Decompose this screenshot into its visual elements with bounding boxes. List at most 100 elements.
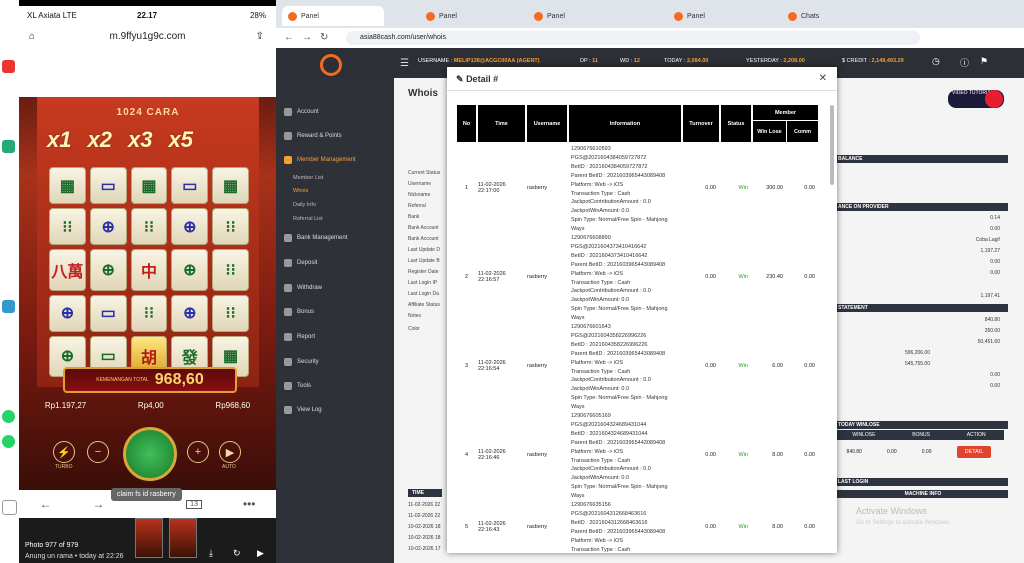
sidebar-item-bank[interactable]: Bank Management: [284, 234, 347, 242]
minus-button[interactable]: −: [87, 441, 109, 463]
whatsapp-icon[interactable]: [2, 435, 15, 448]
sidebar-item-report[interactable]: Report: [284, 333, 315, 341]
close-icon[interactable]: ✕: [819, 73, 827, 84]
tab[interactable]: Panel: [426, 6, 516, 26]
info-line: Ways: [571, 315, 585, 321]
info-line: Parent BetID : 2021603965443089408: [571, 439, 666, 446]
download-icon[interactable]: ⤓: [209, 548, 213, 559]
turbo-button[interactable]: ⚡: [53, 441, 75, 463]
sidebar-sub-member-list[interactable]: Member List: [293, 175, 323, 181]
share-icon[interactable]: ⇪: [256, 31, 264, 42]
sidebar-item-member[interactable]: Member Management: [284, 156, 356, 164]
today-winlose-header: TODAY WINLOSE: [834, 421, 1008, 429]
time-row: 10-02-2026 18: [408, 524, 441, 530]
thumbnail[interactable]: [169, 518, 197, 558]
bet: Rp4,00: [137, 401, 164, 410]
tab-count[interactable]: 13: [186, 499, 202, 509]
row-status: Win: [721, 500, 751, 553]
tile: ▭: [89, 294, 127, 332]
col-information: Information: [569, 105, 681, 142]
sidebar-item-withdraw[interactable]: Withdraw: [284, 284, 322, 292]
row-turnover: 0.00: [683, 322, 719, 409]
tile: ⁝⁝: [212, 208, 249, 246]
url-field[interactable]: asia88cash.com/user/whois: [346, 31, 920, 45]
info-line: Parent BetID : 2021603965443089408: [571, 261, 666, 268]
sidebar-item-reward[interactable]: Reward & Points: [284, 132, 342, 140]
balance: Rp1.197,27: [44, 401, 87, 410]
plus-button[interactable]: +: [187, 441, 209, 463]
sidebar-item-security[interactable]: Security: [284, 358, 319, 366]
phone-url-bar[interactable]: ⌂ m.9ffyu1g9c.com ⇪: [19, 24, 276, 48]
sidebar-item-tools[interactable]: Tools: [284, 382, 311, 390]
back-arrow-icon[interactable]: ←: [39, 497, 51, 511]
tab[interactable]: Panel: [282, 6, 384, 26]
logo-icon[interactable]: [320, 54, 342, 76]
row-time: 11-02-2026 22:17:00: [478, 144, 525, 231]
spin-button[interactable]: [123, 427, 177, 481]
sidebar-sub-referral[interactable]: Referral List: [293, 216, 323, 222]
play-icon[interactable]: ▶: [257, 548, 264, 559]
row-status: Win: [721, 144, 751, 231]
stat-today: TODAY : 2,084.00: [664, 58, 709, 64]
whatsapp-icon[interactable]: [2, 410, 15, 423]
app-icon[interactable]: [2, 300, 15, 313]
multiplier: x5: [168, 127, 193, 152]
hamburger-icon[interactable]: ☰: [400, 58, 409, 69]
row-status: Win: [721, 233, 751, 320]
statement-header: STATEMENT: [834, 304, 1008, 312]
thumbnail[interactable]: [135, 518, 163, 558]
rotate-icon[interactable]: ↻: [233, 548, 241, 559]
auto-button[interactable]: ▶: [219, 441, 241, 463]
sidebar-item-account[interactable]: Account: [284, 108, 319, 116]
statement-value: 0.00: [990, 372, 1000, 378]
favicon-icon: [534, 11, 543, 21]
favicon-icon: [674, 11, 683, 21]
info-line: Spin Type: Normal/Free Spin - Mahjong: [571, 217, 668, 224]
tab[interactable]: Chats: [788, 6, 878, 26]
back-icon[interactable]: ←: [284, 32, 294, 43]
detail-button[interactable]: DETAIL: [956, 446, 992, 458]
info-line: JackpotWinAmount: 0.0: [571, 297, 630, 304]
tile: ⊕: [49, 294, 86, 332]
sidebar-sub-whois[interactable]: Whois: [293, 188, 308, 194]
tile: ▭: [171, 167, 209, 205]
sidebar-item-bonus[interactable]: Bonus: [284, 308, 314, 316]
home-icon[interactable]: ⌂: [29, 31, 35, 42]
reload-icon[interactable]: ↻: [320, 32, 328, 43]
row-information: 1290676635156 PGS@2021604312668463616 BetI…: [569, 501, 683, 554]
scroll-thumb[interactable]: [830, 105, 834, 185]
info-line: BetID : 2021604324689431044: [571, 430, 648, 437]
forward-icon[interactable]: →: [302, 32, 312, 43]
provider-value: 0.00: [990, 226, 1000, 232]
scrollbar[interactable]: [830, 97, 834, 547]
slot-game[interactable]: 1024 CARA x1 x2 x3 x5 ▦ ▭ ▦ ▭ ▦ ⁝⁝ ⊕ ⁝⁝ …: [19, 97, 276, 490]
provider-value: 0.14: [990, 215, 1000, 221]
heart-icon[interactable]: [2, 500, 17, 515]
tab[interactable]: Panel: [534, 6, 624, 26]
sidebar-item-log[interactable]: View Log: [284, 406, 322, 414]
field-label: Referral: [408, 203, 426, 209]
info-icon[interactable]: ⓘ: [960, 56, 969, 69]
info-line: BetID : 2021604384059727872: [571, 163, 648, 170]
tab[interactable]: Panel: [674, 6, 764, 26]
forward-arrow-icon[interactable]: →: [92, 497, 104, 511]
info-line: 1290676601643: [571, 324, 611, 330]
app-icon[interactable]: [2, 140, 15, 153]
sidebar-item-deposit[interactable]: Deposit: [284, 259, 317, 267]
play-icon: [985, 90, 1003, 108]
col-comm: Comm: [787, 121, 818, 142]
video-tutorials-button[interactable]: VIDEO TUTORIALS: [948, 90, 1004, 108]
info-line: 1290676610593: [571, 146, 611, 152]
more-icon[interactable]: •••: [243, 497, 256, 511]
info-line: PGS@2021604373410416642: [571, 243, 647, 250]
row-comm: 0.00: [787, 233, 818, 320]
row-winlose: 8.00: [753, 411, 786, 498]
info-line: Ways: [571, 493, 585, 499]
detail-modal: ✎ Detail # ✕ No Time Username Informatio…: [447, 67, 837, 553]
row-turnover: 0.00: [683, 500, 719, 553]
app-icon[interactable]: [2, 60, 15, 73]
battery: 28%: [249, 10, 266, 20]
flag-icon[interactable]: ⚑: [980, 56, 988, 67]
sidebar-sub-daily[interactable]: Daily Info: [293, 202, 316, 208]
clock-icon[interactable]: ◷: [932, 56, 940, 67]
